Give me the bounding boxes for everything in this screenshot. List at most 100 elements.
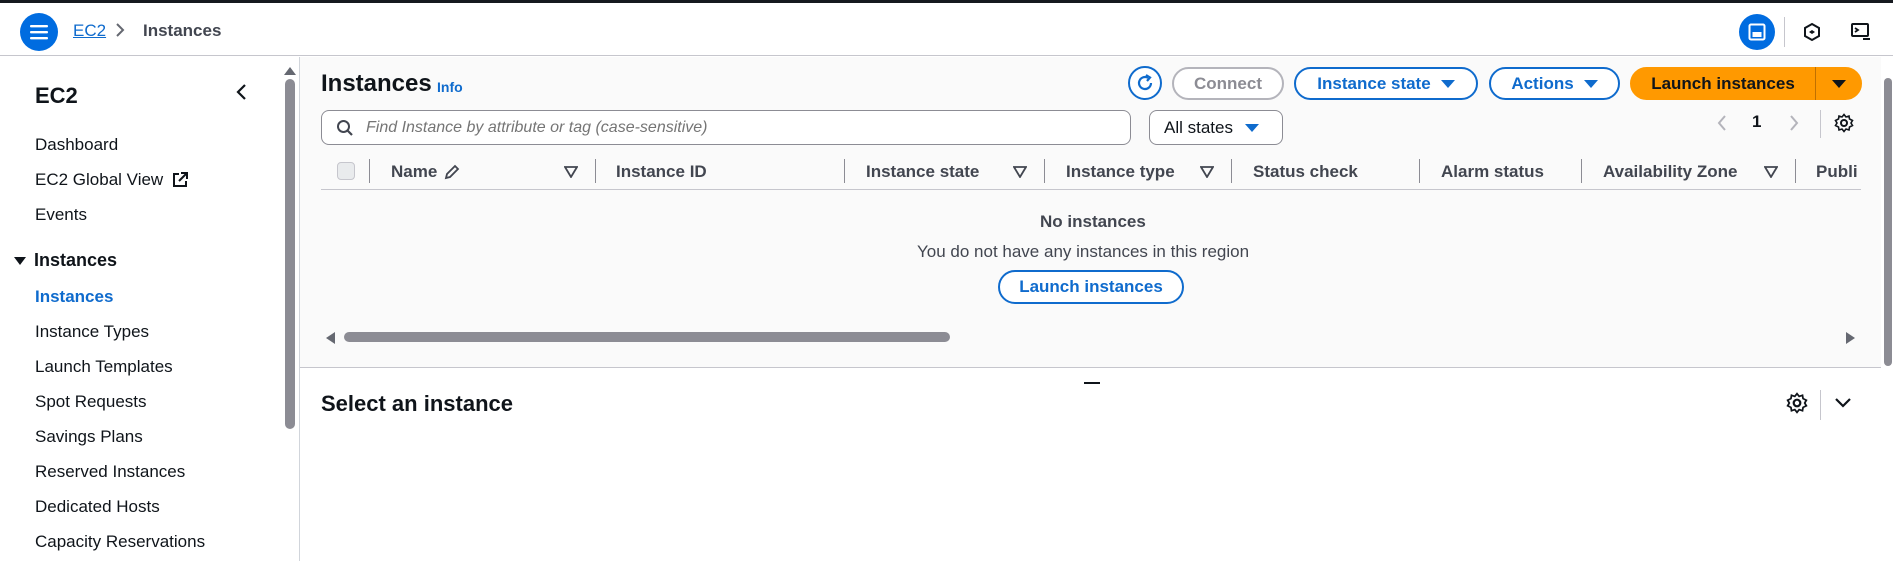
column-divider	[844, 159, 845, 183]
external-link-icon	[173, 172, 189, 187]
sort-instance-type-icon[interactable]	[1200, 155, 1214, 188]
sidebar-section-instances[interactable]: Instances	[14, 250, 117, 271]
column-header-availability-zone[interactable]: Availability Zone	[1603, 155, 1737, 188]
sidebar-item-instances[interactable]: Instances	[35, 287, 113, 307]
sidebar-item-spot-requests[interactable]: Spot Requests	[35, 392, 147, 412]
caret-down-icon	[1583, 79, 1598, 88]
empty-launch-label: Launch instances	[1019, 277, 1163, 296]
chevron-left-icon	[236, 84, 246, 100]
split-panel-toggle-button[interactable]	[1739, 14, 1775, 50]
column-header-instance-id[interactable]: Instance ID	[616, 155, 707, 188]
chevron-left-icon	[1717, 115, 1726, 131]
actions-dropdown[interactable]: Actions	[1489, 67, 1620, 100]
caret-down-icon	[1832, 79, 1846, 88]
sidebar-item-dedicated-hosts[interactable]: Dedicated Hosts	[35, 497, 160, 517]
split-panel-preferences-button[interactable]	[1786, 392, 1808, 419]
sort-name-icon[interactable]	[564, 155, 578, 188]
breadcrumb-ec2-link[interactable]: EC2	[73, 21, 106, 41]
connect-button[interactable]: Connect	[1172, 67, 1284, 100]
table-preferences-button[interactable]	[1834, 113, 1854, 138]
state-filter-select[interactable]: All states	[1149, 110, 1283, 145]
sidebar-item-instance-types[interactable]: Instance Types	[35, 322, 149, 342]
caret-down-icon	[14, 256, 26, 265]
breadcrumb-chevron-icon	[115, 22, 125, 43]
column-header-name[interactable]: Name	[391, 155, 461, 188]
sort-instance-state-icon[interactable]	[1013, 155, 1027, 188]
previous-page-button[interactable]	[1716, 114, 1728, 137]
split-panel-divider	[1820, 390, 1821, 420]
sidebar-title: EC2	[35, 83, 78, 108]
cloudshell-button[interactable]	[1844, 15, 1878, 49]
launch-options-dropdown[interactable]	[1816, 67, 1862, 100]
sidebar-item-savings-plans[interactable]: Savings Plans	[35, 427, 143, 447]
empty-state-subtitle: You do not have any instances in this re…	[917, 242, 1250, 261]
sidebar-item-dashboard[interactable]: Dashboard	[35, 135, 118, 155]
search-field[interactable]	[321, 110, 1131, 145]
column-header-status-check[interactable]: Status check	[1253, 155, 1358, 188]
instance-state-dropdown[interactable]: Instance state	[1294, 67, 1478, 100]
column-divider	[1795, 159, 1796, 183]
search-input[interactable]	[366, 118, 1106, 137]
column-divider	[1044, 159, 1045, 183]
split-panel-drag-handle[interactable]	[1084, 382, 1100, 384]
state-filter-value: All states	[1164, 117, 1233, 137]
caret-down-icon	[1244, 123, 1259, 132]
launch-instances-label: Launch instances	[1651, 73, 1795, 93]
sort-availability-zone-icon[interactable]	[1764, 155, 1778, 188]
info-link[interactable]: Info	[437, 79, 463, 95]
column-header-public[interactable]: Publi	[1816, 155, 1861, 188]
column-divider	[1581, 159, 1582, 183]
sidebar-item-capacity-reservations[interactable]: Capacity Reservations	[35, 532, 205, 552]
side-navigation: EC2 Dashboard EC2 Global View Events Ins…	[0, 57, 283, 561]
column-header-instance-type[interactable]: Instance type	[1066, 155, 1175, 188]
table-header: Name Instance ID Instance state Instance…	[321, 155, 1861, 190]
instance-state-label: Instance state	[1317, 73, 1431, 93]
chevron-down-icon	[1835, 398, 1851, 408]
page-title: Instances	[321, 70, 432, 97]
scroll-up-icon[interactable]	[284, 62, 296, 80]
hexagon-settings-icon	[1804, 22, 1820, 42]
page-scrollbar-thumb[interactable]	[1884, 78, 1892, 366]
terminal-icon	[1851, 23, 1870, 40]
split-panel-icon	[1748, 23, 1766, 41]
toolbar-divider	[1784, 17, 1785, 47]
top-navigation-bar: EC2 Instances	[0, 3, 1893, 56]
notifications-button[interactable]	[1795, 15, 1829, 49]
search-icon	[337, 119, 353, 136]
hamburger-icon	[30, 25, 48, 40]
menu-button[interactable]	[20, 13, 58, 51]
launch-instances-button[interactable]: Launch instances	[1630, 67, 1816, 100]
pencil-icon	[445, 164, 460, 179]
column-header-label: Name	[391, 161, 438, 181]
actions-label: Actions	[1511, 73, 1574, 93]
empty-launch-instances-button[interactable]: Launch instances	[998, 270, 1184, 304]
column-divider	[1419, 159, 1420, 183]
scroll-right-icon[interactable]	[1846, 331, 1855, 349]
sidebar-item-events[interactable]: Events	[35, 205, 87, 225]
current-page[interactable]: 1	[1752, 112, 1761, 132]
column-divider	[369, 159, 370, 183]
sidebar-item-ec2-global-view[interactable]: EC2 Global View	[35, 170, 189, 190]
next-page-button[interactable]	[1788, 114, 1800, 137]
sidebar-item-launch-templates[interactable]: Launch Templates	[35, 357, 173, 377]
sidebar-item-reserved-instances[interactable]: Reserved Instances	[35, 462, 185, 482]
split-panel-collapse-button[interactable]	[1834, 396, 1852, 414]
refresh-icon	[1137, 74, 1153, 91]
refresh-button[interactable]	[1128, 66, 1162, 100]
empty-state-title: No instances	[1040, 212, 1146, 231]
column-header-instance-state[interactable]: Instance state	[866, 155, 979, 188]
split-panel-title: Select an instance	[321, 391, 513, 416]
table-horizontal-scrollbar-thumb[interactable]	[344, 332, 950, 342]
column-divider	[595, 159, 596, 183]
scroll-left-icon[interactable]	[326, 331, 335, 349]
select-all-checkbox[interactable]	[337, 162, 355, 180]
connect-button-label: Connect	[1194, 73, 1262, 93]
sidebar-scrollbar-thumb[interactable]	[285, 79, 295, 429]
gear-icon	[1834, 113, 1854, 133]
pager-divider	[1820, 110, 1821, 138]
breadcrumb-current: Instances	[143, 21, 222, 40]
sidebar-item-label: EC2 Global View	[35, 170, 164, 189]
column-header-alarm-status[interactable]: Alarm status	[1441, 155, 1544, 188]
sidebar-section-label: Instances	[34, 250, 118, 270]
sidebar-collapse-button[interactable]	[234, 83, 250, 106]
